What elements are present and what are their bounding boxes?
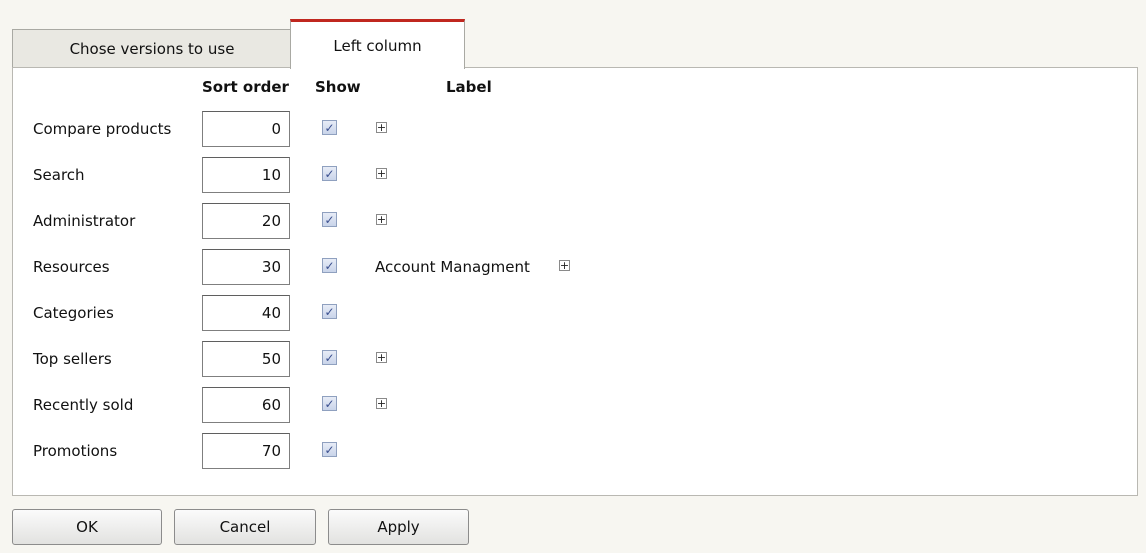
module-name: Administrator [33,212,136,230]
sort-order-input[interactable] [202,295,290,331]
module-name: Resources [33,258,110,276]
show-checkbox[interactable]: ✓ [322,258,337,273]
module-name: Search [33,166,85,184]
module-row-categories: Categories ✓ [13,295,613,331]
plus-box-icon[interactable]: + [559,260,570,271]
show-checkbox[interactable]: ✓ [322,212,337,227]
module-row-promotions: Promotions ✓ [13,433,613,469]
module-row-resources: Resources ✓ Account Managment + [13,249,613,285]
show-checkbox[interactable]: ✓ [322,396,337,411]
module-row-top-sellers: Top sellers ✓ + [13,341,613,377]
sort-order-input[interactable] [202,341,290,377]
module-name: Categories [33,304,114,322]
plus-box-icon[interactable]: + [376,214,387,225]
custom-label-text: Account Managment [375,258,530,276]
module-name: Compare products [33,120,172,138]
left-column-panel: Sort order Show Label Compare products ✓… [12,67,1138,496]
module-name: Recently sold [33,396,134,414]
module-row-administrator: Administrator ✓ + [13,203,613,239]
ok-button[interactable]: OK [12,509,162,545]
sort-order-input[interactable] [202,203,290,239]
show-checkbox[interactable]: ✓ [322,304,337,319]
sort-order-input[interactable] [202,387,290,423]
show-checkbox[interactable]: ✓ [322,120,337,135]
show-header: Show [315,78,361,96]
sort-order-input[interactable] [202,111,290,147]
tab-left-column[interactable]: Left column [290,19,465,69]
plus-box-icon[interactable]: + [376,398,387,409]
apply-button[interactable]: Apply [328,509,469,545]
show-checkbox[interactable]: ✓ [322,350,337,365]
module-name: Promotions [33,442,118,460]
label-header: Label [446,78,492,96]
sort-order-input[interactable] [202,157,290,193]
cancel-button[interactable]: Cancel [174,509,316,545]
module-name: Top sellers [33,350,112,368]
tab-label: Left column [333,36,422,55]
sort-order-input[interactable] [202,433,290,469]
module-row-compare-products: Compare products ✓ + [13,111,613,147]
show-checkbox[interactable]: ✓ [322,166,337,181]
sort-order-header: Sort order [202,78,289,96]
module-row-search: Search ✓ + [13,157,613,193]
plus-box-icon[interactable]: + [376,352,387,363]
module-row-recently-sold: Recently sold ✓ + [13,387,613,423]
show-checkbox[interactable]: ✓ [322,442,337,457]
plus-box-icon[interactable]: + [376,122,387,133]
plus-box-icon[interactable]: + [376,168,387,179]
sort-order-input[interactable] [202,249,290,285]
tab-chose-versions[interactable]: Chose versions to use [12,29,292,67]
tab-label: Chose versions to use [69,39,235,58]
